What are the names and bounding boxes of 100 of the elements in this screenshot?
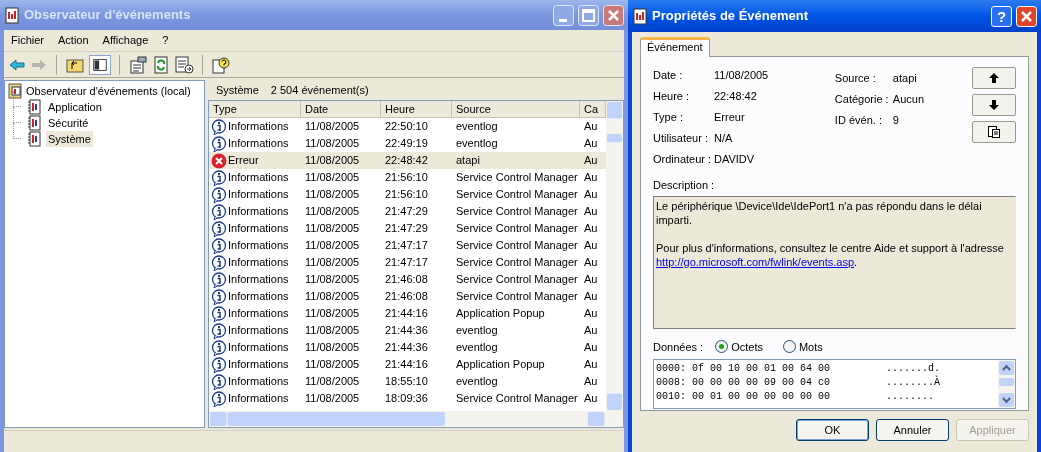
hex-bytes: 0000: 0f 00 10 00 01 00 64 00 xyxy=(656,362,832,376)
table-cell-text: Service Control Manager xyxy=(455,289,579,305)
table-row[interactable]: Informations 11/08/2005 21:56:10 Service Control Manager Au xyxy=(209,186,606,203)
tab[interactable]: Événement xyxy=(640,37,710,57)
table-cell-text: atapi xyxy=(455,153,481,169)
table-cell-text: Informations xyxy=(228,136,289,152)
field-label: ID évén. : xyxy=(834,112,883,128)
pane-toggle-icon[interactable] xyxy=(89,54,111,75)
table-row[interactable]: Informations 11/08/2005 18:55:10 eventlog Au xyxy=(209,373,606,390)
field-label: Heure : xyxy=(653,88,691,104)
table-row[interactable]: Informations 11/08/2005 21:44:16 Application Popup Au xyxy=(209,356,606,373)
copy-icon xyxy=(988,126,1000,138)
table-cell-text: Informations xyxy=(228,238,289,254)
tree-item[interactable]: Observateur d'événements (local) xyxy=(26,82,191,100)
field-label: Utilisateur : xyxy=(653,130,710,146)
table-cell-text: Application Popup xyxy=(455,357,546,373)
table-cell-text: eventlog xyxy=(455,323,499,339)
menu-item[interactable]: Fichier xyxy=(4,32,51,49)
table-row[interactable]: Erreur 11/08/2005 22:48:42 atapi Au xyxy=(209,152,606,169)
table-row[interactable]: Informations 11/08/2005 21:46:08 Service Control Manager Au xyxy=(209,271,606,288)
dialog-button[interactable]: OK xyxy=(796,419,869,441)
table-cell-text: eventlog xyxy=(455,340,499,356)
table-cell-text: Au xyxy=(583,136,599,152)
copy-button[interactable] xyxy=(972,121,1016,143)
menu-item[interactable]: Affichage xyxy=(95,32,156,49)
table-cell-text: 11/08/2005 xyxy=(304,170,361,186)
table-cell-text: 21:47:17 xyxy=(384,255,429,271)
help-icon[interactable] xyxy=(211,55,231,74)
table-cell-text: Au xyxy=(583,204,599,220)
table-cell-text: Au xyxy=(583,187,599,203)
field-label: Source : xyxy=(834,70,877,86)
table-cell-text: Service Control Manager xyxy=(455,255,579,271)
table-cell-text: 21:56:10 xyxy=(384,170,429,186)
table-cell-text: eventlog xyxy=(455,136,499,152)
up-arrow-button[interactable] xyxy=(972,67,1016,89)
event-count: 2 504 événement(s) xyxy=(270,82,369,98)
menu-item[interactable]: Action xyxy=(51,32,96,49)
tree-item[interactable]: Application xyxy=(46,98,104,116)
vertical-scrollbar[interactable] xyxy=(606,101,623,411)
table-row[interactable]: Informations 11/08/2005 21:44:16 Application Popup Au xyxy=(209,305,606,322)
table-cell-text: Au xyxy=(583,272,599,288)
table-cell-text: Service Control Manager xyxy=(455,391,579,407)
menu-item[interactable]: ? xyxy=(155,32,176,49)
log-name: Système xyxy=(216,82,259,98)
export-list-icon[interactable] xyxy=(174,55,194,74)
data-label: Données : xyxy=(653,339,704,355)
table-row[interactable]: Informations 11/08/2005 21:47:17 Service Control Manager Au xyxy=(209,237,606,254)
table-cell-text: 11/08/2005 xyxy=(304,119,361,135)
table-row[interactable]: Informations 11/08/2005 21:56:10 Service Control Manager Au xyxy=(209,169,606,186)
horizontal-scrollbar[interactable] xyxy=(209,411,623,427)
hex-bytes: 0010: 00 01 00 00 00 00 00 00 xyxy=(656,390,832,404)
table-cell-text: Au xyxy=(583,357,599,373)
table-cell-text: 21:47:29 xyxy=(384,204,429,220)
radio-button[interactable]: Octets xyxy=(715,338,763,355)
table-row[interactable]: Informations 11/08/2005 21:47:29 Service Control Manager Au xyxy=(209,203,606,220)
table-row[interactable]: Informations 11/08/2005 21:46:08 Service Control Manager Au xyxy=(209,288,606,305)
table-cell-text: Informations xyxy=(228,255,289,271)
table-cell-text: 11/08/2005 xyxy=(304,238,361,254)
table-cell-text: Informations xyxy=(228,340,289,356)
column-header[interactable]: Heure xyxy=(381,101,452,118)
table-cell-text: Au xyxy=(583,221,599,237)
table-row[interactable]: Informations 11/08/2005 21:47:29 Service Control Manager Au xyxy=(209,220,606,237)
table-row[interactable]: Informations 11/08/2005 22:49:19 eventlog Au xyxy=(209,135,606,152)
table-cell-text: Service Control Manager xyxy=(455,272,579,288)
column-header[interactable]: Ca xyxy=(580,101,606,118)
table-cell-text: 11/08/2005 xyxy=(304,306,361,322)
table-cell-text: Au xyxy=(583,289,599,305)
table-row[interactable]: Informations 11/08/2005 21:44:36 eventlog Au xyxy=(209,339,606,356)
back-arrow-icon[interactable] xyxy=(8,57,26,72)
radio-button[interactable]: Mots xyxy=(782,338,823,355)
description-label: Description : xyxy=(653,179,715,191)
table-cell-text: 22:50:10 xyxy=(384,119,429,135)
table-cell-text: 11/08/2005 xyxy=(304,255,361,271)
table-row[interactable]: Informations 11/08/2005 22:50:10 eventlog Au xyxy=(209,118,606,135)
log-icon xyxy=(27,115,43,131)
table-cell-text: 21:56:10 xyxy=(384,187,429,203)
properties-icon[interactable] xyxy=(128,55,148,74)
table-row[interactable]: Informations 11/08/2005 21:44:36 eventlog Au xyxy=(209,322,606,339)
column-header[interactable]: Date xyxy=(301,101,381,118)
table-row[interactable]: Informations 11/08/2005 21:47:17 Service Control Manager Au xyxy=(209,254,606,271)
help-button[interactable]: ? xyxy=(991,5,1012,27)
table-cell-text: Au xyxy=(583,255,599,271)
tree-item[interactable]: Sécurité xyxy=(46,114,91,132)
description-text: Le périphérique \Device\Ide\IdePort1 n'a pas répondu dans le délai imparti. xyxy=(656,198,983,227)
table-row[interactable]: Informations 11/08/2005 18:09:36 Service Control Manager Au xyxy=(209,390,606,407)
table-cell-text: 11/08/2005 xyxy=(304,323,361,339)
column-header[interactable]: Source xyxy=(452,101,580,118)
table-cell-text: Informations xyxy=(228,374,289,390)
tree-item[interactable]: Système xyxy=(46,130,93,148)
down-arrow-button[interactable] xyxy=(972,94,1016,116)
dialog-button[interactable]: Annuler xyxy=(876,419,949,441)
vertical-scrollbar[interactable] xyxy=(998,360,1015,408)
table-cell-text: Service Control Manager xyxy=(455,238,579,254)
table-cell-text: Informations xyxy=(228,289,289,305)
column-header[interactable]: Type xyxy=(209,101,301,118)
app-icon xyxy=(4,6,20,24)
table-cell-text: Au xyxy=(583,238,599,254)
refresh-icon[interactable] xyxy=(152,55,170,74)
close-button[interactable] xyxy=(603,4,624,26)
table-cell-text: Informations xyxy=(228,119,289,135)
